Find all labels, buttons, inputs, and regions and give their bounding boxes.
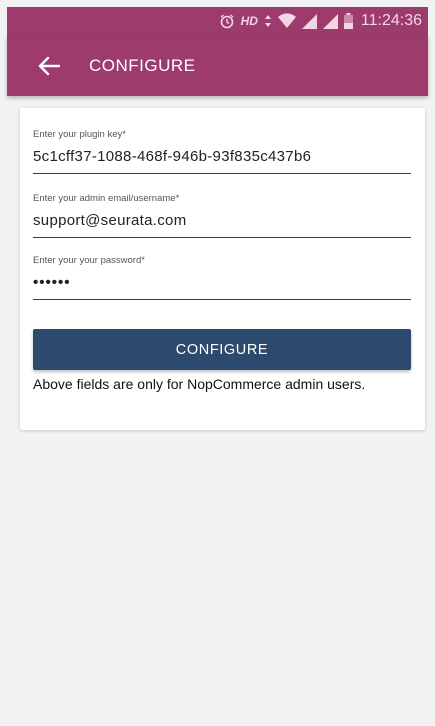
app-bar: CONFIGURE <box>7 35 428 96</box>
admin-email-input[interactable] <box>33 206 411 238</box>
password-input[interactable] <box>33 268 411 300</box>
password-label: Enter your your password* <box>33 255 145 266</box>
signal-icon <box>322 13 338 29</box>
configure-button[interactable]: CONFIGURE <box>33 329 411 370</box>
wifi-icon <box>277 13 296 29</box>
back-button[interactable] <box>29 46 69 86</box>
plugin-key-input[interactable] <box>33 142 411 174</box>
status-time: 11:24:36 <box>360 12 422 29</box>
plugin-key-field-group: Enter your plugin key* <box>33 128 411 174</box>
admin-note: Above fields are only for NopCommerce ad… <box>33 376 366 392</box>
password-field-group: Enter your your password* <box>33 254 411 300</box>
hd-icon: HD <box>240 14 258 28</box>
admin-email-field-group: Enter your admin email/username* <box>33 192 411 238</box>
admin-email-label: Enter your admin email/username* <box>33 193 180 204</box>
arrow-back-icon <box>38 56 60 75</box>
battery-icon <box>343 13 353 29</box>
plugin-key-label: Enter your plugin key* <box>33 129 126 140</box>
configure-form-card: Enter your plugin key* Enter your admin … <box>20 108 425 430</box>
status-bar: HD 11:24:36 <box>7 7 428 35</box>
data-arrows-icon <box>264 13 272 29</box>
signal-icon <box>301 13 317 29</box>
page-title: CONFIGURE <box>89 55 196 75</box>
alarm-icon <box>219 13 235 29</box>
